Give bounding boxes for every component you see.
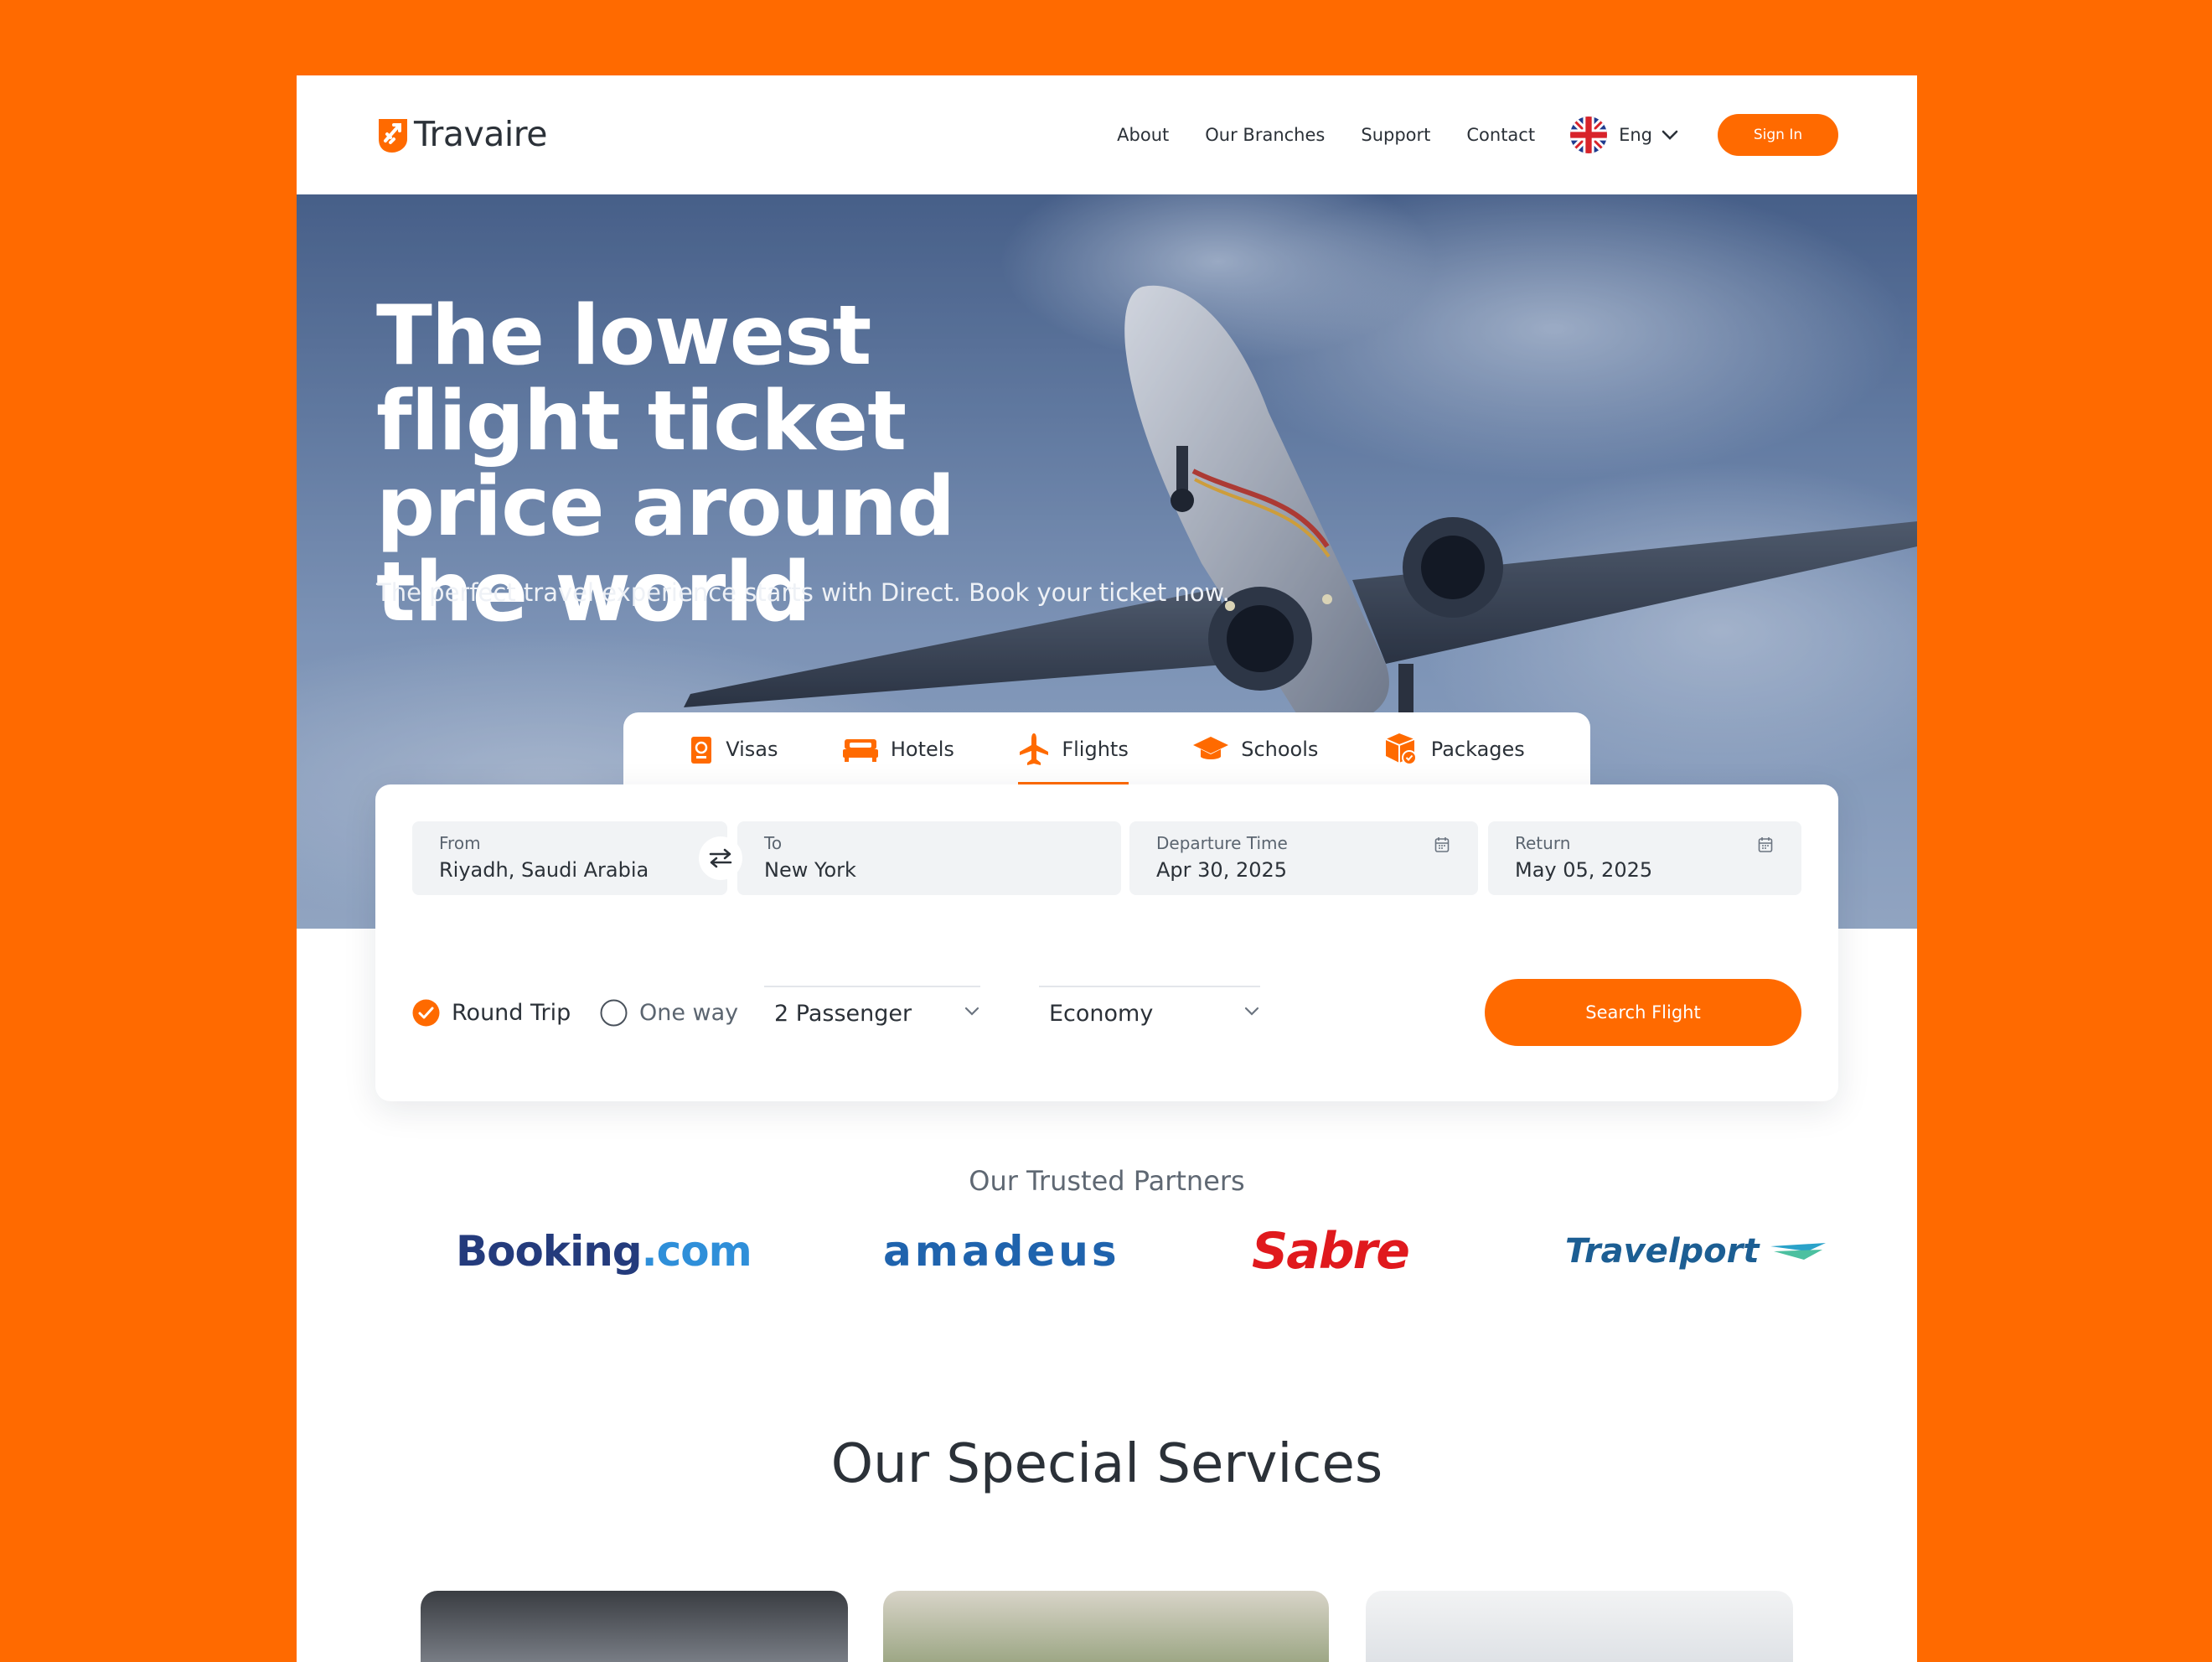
bed-icon — [842, 739, 878, 762]
booking-tabs: Visas Hotels Flights Schools Packages — [623, 712, 1590, 786]
empty-circle-icon — [600, 999, 628, 1027]
brand-logo[interactable]: Travaire — [375, 114, 547, 154]
to-value: New York — [764, 858, 856, 882]
passport-icon — [691, 737, 712, 764]
hero-subtitle: The perfect travel experience starts wit… — [376, 578, 1230, 607]
one-way-radio[interactable]: One way — [600, 999, 738, 1027]
main-nav: About Our Branches Support Contact Eng S… — [1117, 114, 1838, 156]
nav-about[interactable]: About — [1117, 125, 1169, 145]
partners-title: Our Trusted Partners — [969, 1165, 1245, 1197]
tab-schools[interactable]: Schools — [1192, 712, 1318, 786]
return-field[interactable]: Return May 05, 2025 — [1488, 821, 1801, 895]
service-card-image-outdoor[interactable] — [883, 1591, 1329, 1662]
tab-flights[interactable]: Flights — [1018, 712, 1129, 786]
booking-wordmark: Booking.com — [456, 1227, 752, 1276]
services-title: Our Special Services — [830, 1433, 1383, 1495]
search-flight-button[interactable]: Search Flight — [1485, 979, 1801, 1046]
to-label: To — [764, 833, 783, 853]
from-label: From — [439, 833, 481, 853]
from-value: Riyadh, Saudi Arabia — [439, 858, 649, 882]
to-field[interactable]: To New York — [737, 821, 1121, 895]
booking-logo[interactable]: Booking.com — [456, 1222, 752, 1281]
departure-value: Apr 30, 2025 — [1156, 858, 1288, 882]
flight-search-form: From Riyadh, Saudi Arabia To New York De… — [375, 784, 1838, 1101]
page: Travaire About Our Branches Support Cont… — [297, 75, 1917, 1662]
amadeus-wordmark: amadeus — [883, 1227, 1120, 1276]
booking-wordmark-domain: .com — [641, 1227, 752, 1276]
language-selector[interactable]: Eng — [1570, 116, 1679, 153]
travelport-swoosh-icon — [1770, 1243, 1827, 1260]
brand-name: Travaire — [414, 114, 547, 154]
tab-packages[interactable]: Packages — [1382, 712, 1525, 786]
checked-circle-icon — [412, 999, 440, 1027]
uk-flag-icon — [1570, 116, 1608, 153]
tab-label: Hotels — [890, 738, 954, 761]
from-field[interactable]: From Riyadh, Saudi Arabia — [412, 821, 727, 895]
header: Travaire About Our Branches Support Cont… — [297, 75, 1917, 194]
cabin-class-value: Economy — [1049, 1000, 1154, 1027]
service-card-image-student[interactable] — [1366, 1591, 1793, 1662]
tab-label: Schools — [1241, 738, 1319, 761]
calendar-icon — [1758, 837, 1773, 852]
nav-support[interactable]: Support — [1361, 125, 1430, 145]
swap-locations-button[interactable] — [699, 836, 742, 880]
tab-label: Visas — [726, 738, 778, 761]
cabin-class-select[interactable]: Economy — [1039, 986, 1260, 1039]
graduation-cap-icon — [1193, 737, 1229, 759]
tab-label: Flights — [1062, 738, 1129, 761]
return-value: May 05, 2025 — [1515, 858, 1653, 882]
booking-wordmark-main: Booking — [456, 1227, 643, 1276]
package-icon — [1385, 733, 1417, 765]
return-label: Return — [1515, 833, 1571, 853]
passenger-select[interactable]: 2 Passenger — [764, 986, 980, 1039]
sign-in-button[interactable]: Sign In — [1718, 114, 1838, 156]
trip-options-row: Round Trip One way 2 Passenger Economy S… — [412, 979, 1801, 1046]
sabre-logo[interactable]: Sabre — [1252, 1222, 1410, 1281]
tab-hotels[interactable]: Hotels — [842, 712, 954, 786]
one-way-label: One way — [639, 1000, 739, 1026]
nav-contact[interactable]: Contact — [1466, 125, 1535, 145]
language-label: Eng — [1619, 125, 1652, 145]
travelport-wordmark: Travelport — [1565, 1232, 1760, 1271]
amadeus-logo[interactable]: amadeus — [883, 1222, 1120, 1281]
round-trip-radio[interactable]: Round Trip — [412, 999, 571, 1027]
round-trip-label: Round Trip — [452, 1000, 571, 1026]
chevron-down-icon — [964, 1007, 979, 1016]
calendar-icon — [1434, 837, 1450, 852]
passenger-value: 2 Passenger — [774, 1000, 912, 1027]
nav-our-branches[interactable]: Our Branches — [1205, 125, 1325, 145]
tab-label: Packages — [1430, 738, 1525, 761]
logo-plane-icon — [375, 114, 411, 154]
chevron-down-icon — [1244, 1007, 1259, 1016]
airplane-icon — [1020, 733, 1049, 765]
service-card-image-car[interactable] — [421, 1591, 848, 1662]
sabre-wordmark: Sabre — [1252, 1222, 1410, 1281]
swap-arrows-icon — [709, 848, 732, 868]
departure-field[interactable]: Departure Time Apr 30, 2025 — [1129, 821, 1478, 895]
travelport-logo[interactable]: Travelport — [1565, 1222, 1829, 1281]
chevron-down-icon — [1662, 130, 1678, 140]
tab-visas[interactable]: Visas — [689, 712, 778, 786]
departure-label: Departure Time — [1156, 833, 1288, 853]
